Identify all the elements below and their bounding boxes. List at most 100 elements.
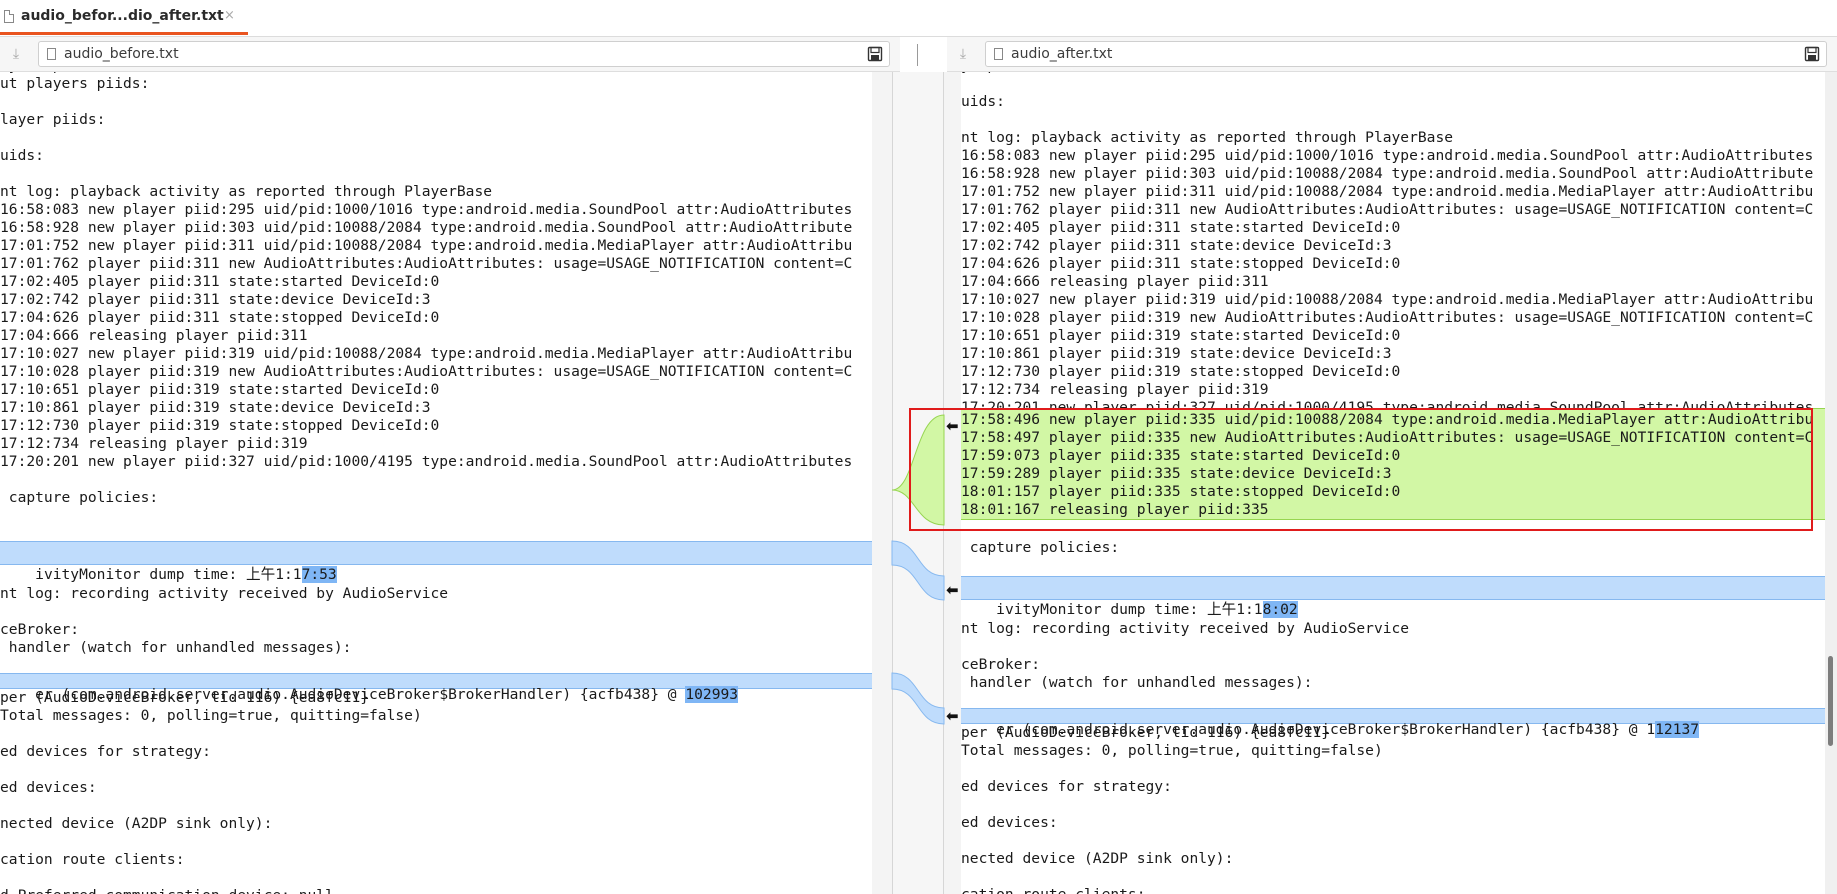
text-line: 17:10:028 player piid:319 new AudioAttri… [961,309,1814,326]
text-line [0,165,872,183]
text-line [0,471,872,489]
changed-line: er (com.android.server.audio.AudioDevice… [961,708,1825,738]
text-line: 17:10:027 new player piid:319 uid/pid:10… [961,291,1814,308]
text-line: 17:01:752 new player piid:311 uid/pid:10… [961,183,1814,200]
text-line [0,93,872,111]
text-line: handler (watch for unhandled messages): [961,674,1313,691]
text-line: 17:04:626 player piid:311 state:stopped … [0,309,440,326]
tab-audio-diff[interactable]: audio_befor...dio_after.txt × [0,0,248,35]
text-line: 16:58:928 new player piid:303 uid/pid:10… [0,219,853,236]
text-line: 17:10:861 player piid:319 state:device D… [0,399,431,416]
text-line [0,567,872,585]
file-icon [994,48,1003,60]
text-line: handler (watch for unhandled messages): [0,639,352,656]
text-line: 17:04:666 releasing player piid:311 [0,327,308,344]
right-path-bar: ⤓ audio_after.txt [947,37,1837,72]
arrow-left-icon[interactable]: ⬅ [946,709,962,724]
right-path-field[interactable]: audio_after.txt [985,41,1827,67]
text-line: nt log: playback activity as reported th… [0,183,493,200]
text-line: ed devices: [961,814,1058,831]
text-line [961,111,1825,129]
text-line: 17:12:734 releasing player piid:319 [0,435,308,452]
text-line: layer piids: [0,111,106,128]
text-line [961,602,1825,620]
text-line [0,869,872,887]
text-line: 17:02:405 player piid:311 state:started … [0,273,440,290]
divider [892,72,893,894]
document-icon [4,10,14,23]
text-line: nected device (A2DP sink only): [961,850,1234,867]
text-line: 17:10:027 new player piid:319 uid/pid:10… [0,345,853,362]
text-line [0,761,872,779]
text-line: ed devices for strategy: [961,778,1172,795]
text-line: uids: [0,147,44,164]
text-line: 17:02:742 player piid:311 state:device D… [0,291,431,308]
text-line [961,832,1825,850]
text-line: 17:20:201 new player piid:327 uid/pid:10… [0,453,853,470]
text-line: nt log: playback activity as reported th… [961,129,1454,146]
text-line: uids: [961,93,1005,110]
text-line: capture policies: [961,539,1120,556]
text-line: nt log: recording activity received by A… [0,585,449,602]
text-line: 17:12:730 player piid:319 state:stopped … [961,363,1401,380]
text-line: 17:02:742 player piid:311 state:device D… [961,237,1392,254]
text-line: 17:10:651 player piid:319 state:started … [961,327,1401,344]
annotation-highlight-box [909,408,1813,531]
text-line: 17:01:762 player piid:311 new AudioAttri… [961,201,1814,218]
text-line: 17:10:028 player piid:319 new AudioAttri… [0,363,853,380]
download-icon[interactable]: ⤓ [8,46,24,62]
tab-title: audio_befor...dio_after.txt [21,8,224,24]
text-line: per (AudioDeviceBroker, tid 116) {ea8fc1… [0,689,370,706]
text-line: 16:58:083 new player piid:295 uid/pid:10… [961,147,1814,164]
text-line: 17:12:730 player piid:319 state:stopped … [0,417,440,434]
text-line: ut players piids: [0,75,150,92]
text-line: nected device (A2DP sink only): [0,815,273,832]
text-line [0,725,872,743]
left-path-text: audio_before.txt [64,46,179,62]
text-line [0,833,872,851]
text-line: cation route clients: [961,886,1825,894]
text-line: 17:02:405 player piid:311 state:started … [961,219,1401,236]
text-line: 17:10:651 player piid:319 state:started … [0,381,440,398]
text-line [0,603,872,621]
text-line: ceBroker: [961,656,1041,673]
right-path-text: audio_after.txt [1011,46,1113,62]
text-line: nt log: recording activity received by A… [961,620,1410,637]
text-line: 17:01:762 player piid:311 new AudioAttri… [0,255,853,272]
text-line: Total messages: 0, polling=true, quittin… [0,707,422,724]
left-gutter [872,72,892,894]
scroll-thumb[interactable] [1828,656,1833,746]
left-text-pane[interactable]: ayers piids:ut players piids:layer piids… [0,72,872,894]
text-line: 16:58:083 new player piid:295 uid/pid:10… [0,201,853,218]
text-line [961,557,1825,575]
text-line: 17:10:861 player piid:319 state:device D… [961,345,1392,362]
arrow-left-icon[interactable]: ⬅ [946,583,962,598]
left-path-bar: ⤓ audio_before.txt [0,37,900,72]
changed-line: ivityMonitor dump time: 上午1:17:53 ➔ [0,541,872,583]
text-line [961,75,1825,93]
left-path-field[interactable]: audio_before.txt [38,41,890,67]
tab-bar: audio_befor...dio_after.txt × [0,0,1837,37]
text-line: 17:04:626 player piid:311 state:stopped … [961,255,1401,272]
close-tab-icon[interactable]: × [224,8,235,23]
text-line [0,797,872,815]
save-icon[interactable] [1804,46,1820,62]
text-line [0,129,872,147]
text-line: 17:01:752 new player piid:311 uid/pid:10… [0,237,853,254]
changed-line: ivityMonitor dump time: 上午1:18:02 [961,576,1825,618]
text-line: d Preferred communication device: null [0,887,872,894]
right-scrollbar[interactable] [1825,72,1837,894]
text-line [961,868,1825,886]
text-line: cation route clients: [0,851,185,868]
text-line: Total messages: 0, polling=true, quittin… [961,742,1383,759]
text-line: 16:58:928 new player piid:303 uid/pid:10… [961,165,1814,182]
text-line: per (AudioDeviceBroker, tid 116) {ea8fc1… [961,724,1331,741]
save-icon[interactable] [867,46,883,62]
file-icon [47,48,56,60]
text-line [961,760,1825,778]
text-line: ed devices for strategy: [0,743,211,760]
changed-line: er (com.android.server.audio.AudioDevice… [0,673,872,703]
text-line [961,638,1825,656]
download-icon[interactable]: ⤓ [955,46,971,62]
text-line [961,796,1825,814]
